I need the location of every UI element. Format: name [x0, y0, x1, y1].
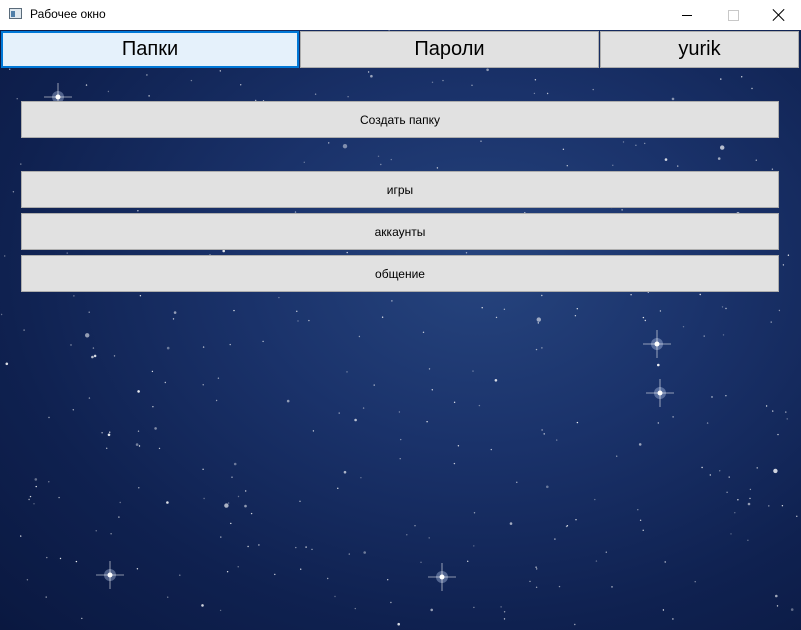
tab-folders[interactable]: Папки: [1, 31, 299, 68]
tab-user[interactable]: yurik: [600, 31, 799, 68]
window-title: Рабочее окно: [30, 7, 106, 21]
folder-button-games[interactable]: игры: [21, 171, 779, 208]
close-icon: [773, 9, 785, 21]
maximize-icon: [727, 9, 739, 21]
minimize-icon: [682, 14, 692, 16]
app-window-icon: [9, 8, 22, 19]
folder-button-accounts[interactable]: аккаунты: [21, 213, 779, 250]
maximize-button: [710, 0, 756, 30]
close-button[interactable]: [756, 0, 801, 30]
app-window: Рабочее окно Папки Пароли yurik Создать …: [0, 0, 801, 630]
tab-passwords[interactable]: Пароли: [300, 31, 599, 68]
minimize-button[interactable]: [664, 0, 710, 30]
folder-button-communication[interactable]: общение: [21, 255, 779, 292]
create-folder-button[interactable]: Создать папку: [21, 101, 779, 138]
title-bar: Рабочее окно: [0, 0, 801, 30]
main-content: Папки Пароли yurik Создать папку игры ак…: [0, 30, 801, 630]
